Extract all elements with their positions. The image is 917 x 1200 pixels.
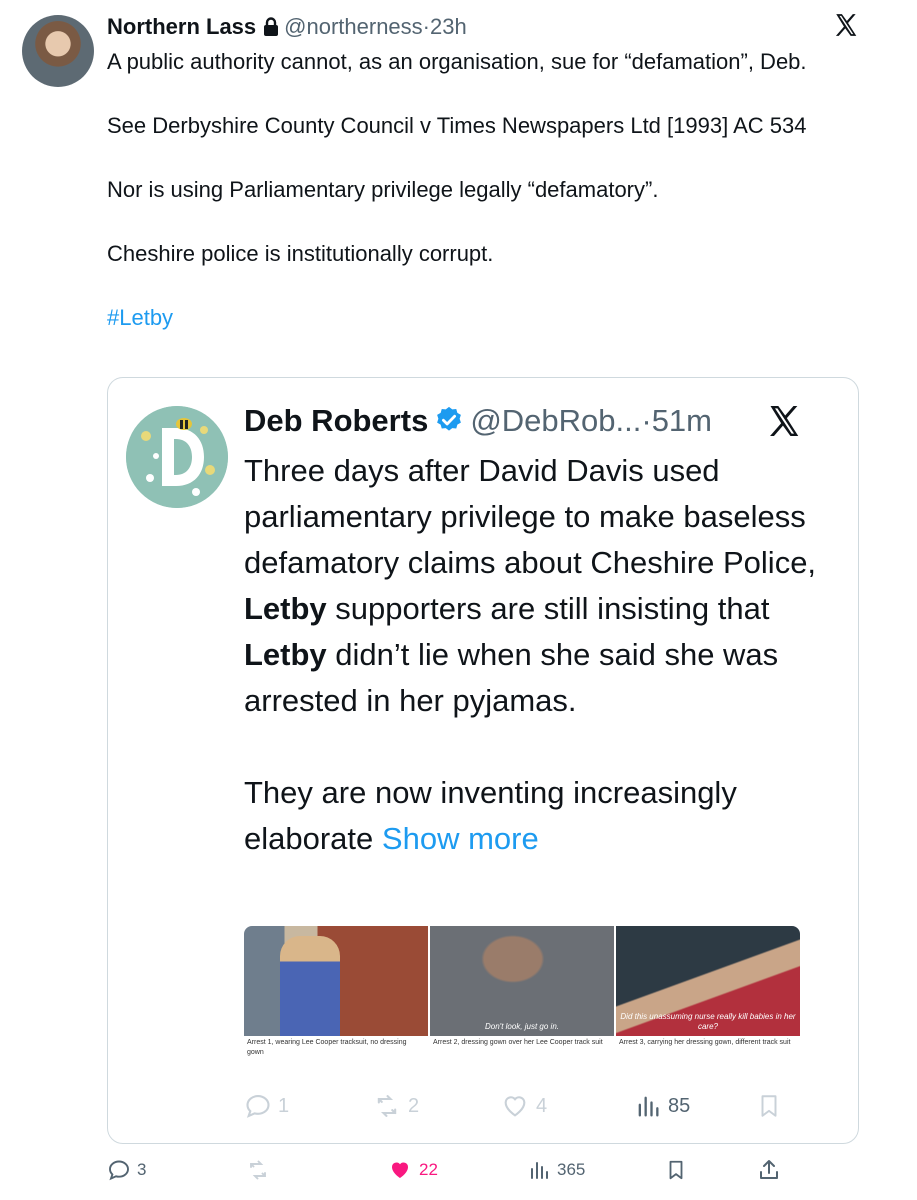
heart-icon [504,1096,526,1117]
quoted-like-button[interactable]: 4 [500,1092,547,1120]
views-button[interactable]: 365 [527,1158,585,1182]
reply-icon [246,1095,270,1118]
tweet-paragraph: A public authority cannot, as an organis… [107,49,807,74]
quoted-like-count: 4 [536,1094,548,1117]
quoted-reply-button[interactable]: 1 [244,1092,289,1120]
quoted-bookmark-button[interactable] [756,1092,782,1120]
media-caption: Arrest 3, carrying her dressing gown, di… [616,1036,800,1050]
bookmark-button[interactable] [665,1158,687,1182]
repost-button[interactable] [245,1158,271,1182]
separator-dot: · [641,403,652,438]
views-count: 365 [557,1160,586,1179]
share-icon [760,1160,778,1179]
repost-icon [377,1095,397,1117]
media-image-3[interactable]: Did this unassuming nurse really kill ba… [616,926,800,1066]
like-button[interactable]: 22 [387,1158,438,1182]
media-overlay-text: Did this unassuming nurse really kill ba… [620,1012,796,1031]
tweet-paragraph: Cheshire police is institutionally corru… [107,241,494,266]
tweet-paragraph: See Derbyshire County Council v Times Ne… [107,113,807,138]
quoted-reply-count: 1 [278,1094,290,1117]
heart-filled-icon [392,1162,408,1178]
quoted-media-strip[interactable]: Arrest 1, wearing Lee Cooper tracksuit, … [244,926,800,1066]
quoted-tweet-body: Three days after David Davis used parlia… [244,448,834,908]
quoted-views-count: 85 [668,1094,691,1117]
quoted-paragraph: Three days after David Davis used parlia… [244,453,817,718]
share-button[interactable] [757,1158,781,1182]
reply-count: 3 [137,1160,147,1179]
like-count: 22 [419,1160,438,1179]
author-handle[interactable]: @northerness [284,14,423,39]
quoted-author-handle[interactable]: @DebRob... [470,403,641,438]
views-icon [531,1162,548,1179]
quoted-repost-count: 2 [408,1094,420,1117]
media-overlay-text: Don't look, just go in. [484,1022,559,1031]
media-caption: Arrest 1, wearing Lee Cooper tracksuit, … [244,1036,428,1060]
tweet-header: Northern Lass @northerness·23h [107,12,467,45]
bookmark-icon [669,1160,683,1180]
lock-icon [262,15,280,45]
quoted-paragraph: They are now inventing increasingly elab… [244,775,737,856]
bookmark-icon [761,1095,777,1117]
timestamp[interactable]: 23h [430,14,467,39]
author-avatar[interactable] [22,15,94,87]
quoted-repost-button[interactable]: 2 [372,1092,419,1120]
person-figure [280,936,340,1036]
verified-badge-icon [434,404,464,446]
quoted-views-button[interactable]: 85 [634,1092,690,1120]
x-logo-icon [770,406,799,436]
views-icon [638,1096,659,1117]
separator-dot: · [422,14,430,39]
tweet-paragraph: Nor is using Parliamentary privilege leg… [107,177,659,202]
quoted-author-name[interactable]: Deb Roberts [244,403,428,438]
quoted-timestamp[interactable]: 51m [652,403,712,438]
quoted-author-avatar[interactable] [126,406,228,508]
media-image-2[interactable]: Don't look, just go in. Arrest 2, dressi… [430,926,614,1066]
author-name[interactable]: Northern Lass [107,14,256,39]
reply-button[interactable]: 3 [107,1158,146,1182]
tweet-body: A public authority cannot, as an organis… [107,46,877,366]
x-logo-icon [835,14,857,36]
media-caption: Arrest 2, dressing gown over her Lee Coo… [430,1036,614,1050]
media-image-1[interactable]: Arrest 1, wearing Lee Cooper tracksuit, … [244,926,428,1066]
hashtag-link[interactable]: #Letby [107,305,173,330]
quoted-action-bar: 1 2 4 85 [244,1092,834,1126]
reply-icon [109,1160,129,1181]
quoted-tweet-card[interactable]: Deb Roberts @DebRob...·51m Three days aft… [107,377,859,1144]
show-more-link[interactable]: Show more [382,821,539,856]
tweet-action-bar: 3 22 365 [107,1158,797,1188]
repost-icon [250,1160,266,1180]
quoted-tweet-header: Deb Roberts @DebRob...·51m [244,400,712,446]
